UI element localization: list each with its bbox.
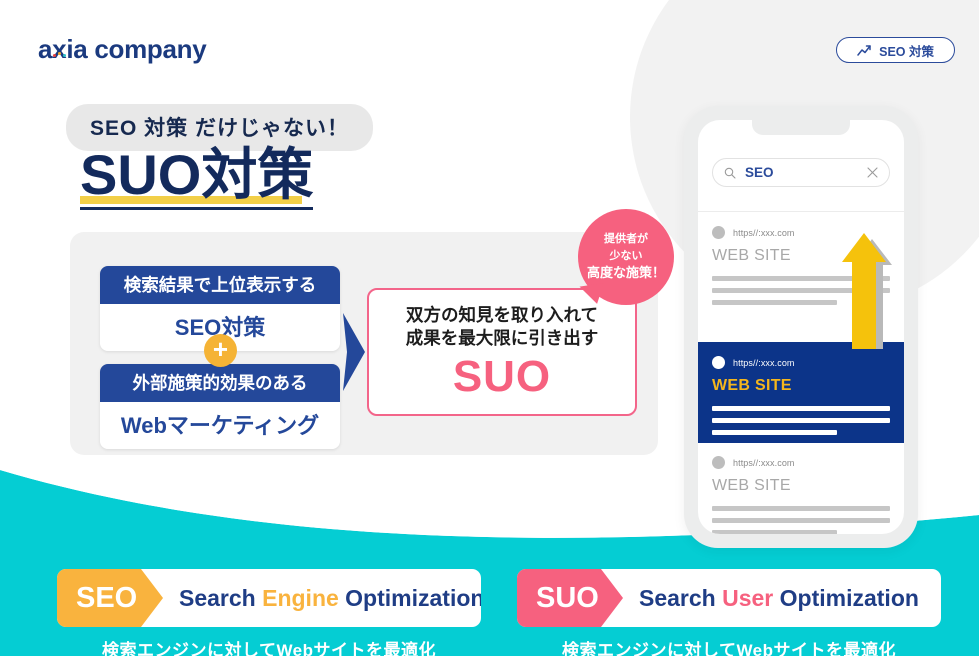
card-suo-word2: User bbox=[722, 584, 774, 611]
card-suo-word3: Optimization bbox=[779, 584, 919, 611]
card-seo: SEO Search Engine Optimization bbox=[57, 569, 481, 627]
result-url: https//:xxx.com bbox=[733, 227, 795, 238]
favicon-icon bbox=[712, 456, 725, 469]
phone-search-bar[interactable]: SEO bbox=[712, 158, 890, 187]
diagram-box-suo: 双方の知見を取り入れて 成果を最大限に引き出す SUO bbox=[367, 288, 637, 416]
result-url: https//:xxx.com bbox=[733, 457, 795, 468]
up-arrow-icon bbox=[842, 233, 892, 349]
diagram-box-seo-top: 検索結果で上位表示する bbox=[100, 266, 340, 304]
result-inner: https//:xxx.com WEB SITE bbox=[712, 356, 890, 435]
card-suo-word1: Search bbox=[639, 584, 716, 611]
phone-search-divider bbox=[698, 211, 904, 212]
card-seo-word1: Search bbox=[179, 584, 256, 611]
result-title: WEB SITE bbox=[712, 377, 792, 394]
result-text-line bbox=[712, 418, 890, 423]
close-icon[interactable] bbox=[867, 167, 878, 178]
phone-search-value: SEO bbox=[745, 165, 774, 180]
page-title: SUO対策 bbox=[80, 145, 314, 210]
phone-mockup: SEO https//:xxx.com WEB SITE https//:xxx… bbox=[684, 106, 918, 548]
diagram-suo-acronym: SUO bbox=[452, 352, 552, 401]
logo-text-a: a bbox=[38, 34, 53, 64]
phone-screen: SEO https//:xxx.com WEB SITE https//:xxx… bbox=[698, 120, 904, 534]
card-seo-tag: SEO bbox=[57, 569, 163, 627]
right-arrow-icon bbox=[343, 313, 365, 391]
hero-bubble-text: SEO 対策 だけじゃない！ bbox=[90, 117, 350, 140]
result-title: WEB SITE bbox=[712, 477, 791, 494]
plus-icon: + bbox=[204, 334, 237, 367]
logo-text-b: xia company bbox=[52, 34, 207, 64]
result-text-line bbox=[712, 506, 890, 511]
result-text-line bbox=[712, 518, 890, 523]
card-suo-caption: 検索エンジンに対してWebサイトを最適化 bbox=[561, 641, 897, 656]
result-text-line bbox=[712, 430, 837, 435]
pink-badge-line2: 少ない bbox=[609, 249, 643, 262]
hero-headline-wrap: SUO対策 bbox=[80, 145, 314, 210]
result-text-line bbox=[712, 406, 890, 411]
card-suo: SUO Search User Optimization bbox=[517, 569, 941, 627]
card-seo-word3: Optimization bbox=[345, 584, 481, 611]
card-suo-title: Search User Optimization bbox=[639, 585, 919, 612]
pink-callout-badge: 提供者が 少ない 高度な施策！ bbox=[578, 209, 674, 305]
page-root: axia company SEO 対策 SEO 対策 だけじゃない！ SUO対策… bbox=[0, 0, 979, 656]
search-icon bbox=[724, 167, 736, 179]
card-seo-title: Search Engine Optimization bbox=[179, 585, 481, 612]
search-result-item[interactable]: https//:xxx.com WEB SITE bbox=[712, 456, 890, 534]
pink-badge-line3: 高度な施策！ bbox=[586, 265, 665, 281]
plus-symbol: + bbox=[212, 334, 229, 365]
diagram-box-web-top: 外部施策的効果のある bbox=[100, 364, 340, 402]
seo-measures-label: SEO 対策 bbox=[879, 44, 934, 59]
diagram-box-web-bottom: Webマーケティング bbox=[100, 402, 340, 449]
result-text-line bbox=[712, 530, 837, 534]
card-suo-tag: SUO bbox=[517, 569, 623, 627]
result-url-row: https//:xxx.com bbox=[712, 456, 890, 469]
result-text-line bbox=[712, 300, 837, 305]
result-url-row: https//:xxx.com bbox=[712, 356, 890, 369]
result-url: https//:xxx.com bbox=[733, 357, 795, 368]
trend-up-chart-icon bbox=[857, 44, 871, 56]
pink-badge-line1: 提供者が bbox=[604, 233, 648, 246]
diagram-suo-line1: 双方の知見を取り入れて bbox=[406, 304, 598, 325]
search-result-item-highlighted[interactable]: https//:xxx.com WEB SITE bbox=[698, 342, 904, 443]
card-seo-word2: Engine bbox=[262, 584, 339, 611]
favicon-icon bbox=[712, 356, 725, 369]
brand-logo[interactable]: axia company bbox=[38, 34, 207, 65]
phone-notch bbox=[752, 120, 850, 135]
diagram-suo-line2: 成果を最大限に引き出す bbox=[405, 327, 599, 348]
favicon-icon bbox=[712, 226, 725, 239]
diagram-box-web-marketing: 外部施策的効果のある Webマーケティング bbox=[100, 364, 340, 449]
card-seo-caption: 検索エンジンに対してWebサイトを最適化 bbox=[101, 641, 437, 656]
seo-measures-button[interactable]: SEO 対策 bbox=[836, 37, 955, 63]
